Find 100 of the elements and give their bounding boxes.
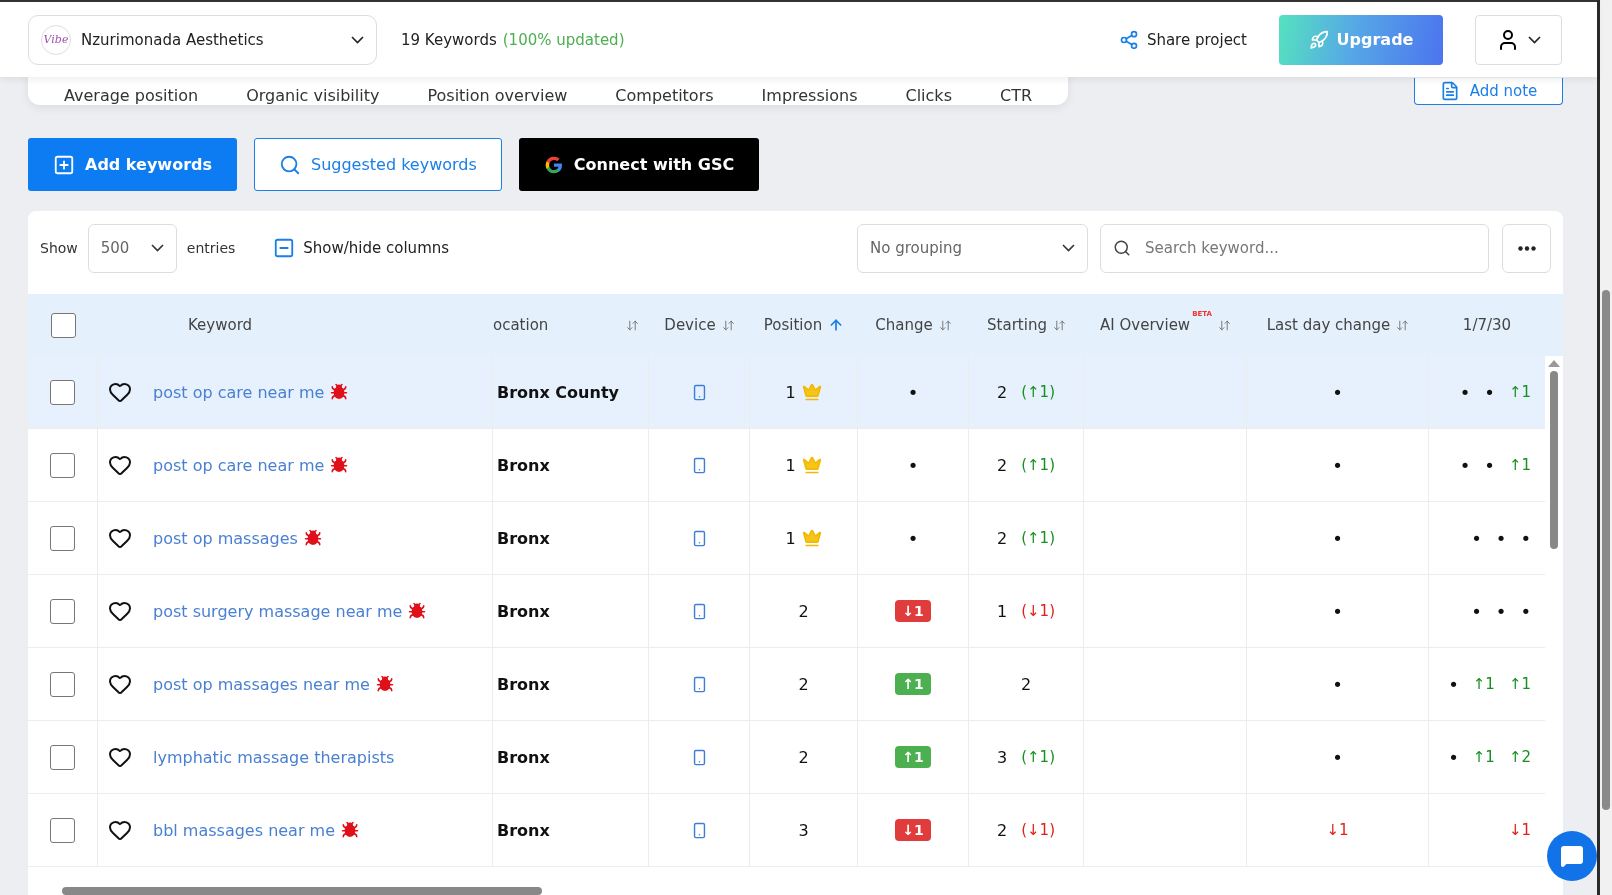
entries-select[interactable]: 500 bbox=[87, 223, 177, 273]
heart-icon[interactable] bbox=[108, 380, 132, 404]
position-cell: 2 bbox=[798, 747, 809, 767]
google-icon bbox=[543, 154, 564, 175]
tab[interactable]: Position overview bbox=[403, 86, 592, 105]
project-select[interactable]: Vibe Nzurimonada Aesthetics bbox=[28, 14, 377, 65]
show-hide-columns-button[interactable]: Show/hide columns bbox=[273, 237, 450, 259]
tab[interactable]: Competitors bbox=[591, 86, 738, 105]
add-note-button[interactable]: Add note bbox=[1414, 78, 1563, 105]
share-project-link[interactable]: Share project bbox=[1146, 30, 1247, 49]
row-checkbox[interactable] bbox=[50, 452, 75, 478]
sort-icon[interactable] bbox=[1217, 318, 1231, 332]
last-day-change: • bbox=[1332, 381, 1343, 403]
table-row[interactable]: bbl massages near me Bronx 3 ↓1 2 (↓1) ↓1 ↓1 bbox=[28, 794, 1545, 867]
column-header: AI Overview bbox=[1100, 316, 1191, 334]
table-row[interactable]: post op massages Bronx 1 • 2 (↑1) • • • • bbox=[28, 502, 1545, 575]
table-row[interactable]: post op massages near me Bronx 2 ↑1 2 • • ↑1 ↑1 bbox=[28, 648, 1545, 721]
add-keywords-button[interactable]: Add keywords bbox=[28, 138, 237, 191]
starting-cell: 2 bbox=[1020, 674, 1032, 694]
suggested-keywords-button[interactable]: Suggested keywords bbox=[254, 138, 502, 191]
last-day-change: • bbox=[1332, 600, 1343, 622]
more-icon bbox=[1517, 245, 1536, 251]
tab[interactable]: Impressions bbox=[737, 86, 882, 105]
search-icon bbox=[279, 153, 301, 176]
row-checkbox[interactable] bbox=[50, 525, 75, 551]
sort-icon[interactable] bbox=[1052, 318, 1066, 332]
heart-icon[interactable] bbox=[108, 818, 132, 842]
keyword-link[interactable]: bbl massages near me bbox=[153, 820, 335, 840]
row-checkbox[interactable] bbox=[50, 598, 75, 624]
location-cell: Bronx bbox=[497, 820, 550, 840]
add-icon bbox=[53, 153, 75, 176]
location-cell: Bronx bbox=[497, 528, 550, 548]
sort-icon[interactable] bbox=[626, 318, 639, 332]
position-cell: 2 bbox=[798, 674, 809, 694]
chevron-down-icon bbox=[1062, 244, 1075, 252]
tab[interactable]: Average position bbox=[40, 86, 223, 105]
location-cell: Bronx bbox=[497, 674, 550, 694]
location-cell: Bronx bbox=[497, 455, 550, 475]
connect-button[interactable]: Connect with GSC bbox=[518, 138, 760, 191]
last-day-change: • bbox=[1332, 746, 1343, 768]
more-button[interactable] bbox=[1502, 223, 1551, 273]
starting-delta: (↑1) bbox=[1021, 748, 1055, 766]
heart-icon[interactable] bbox=[108, 453, 132, 477]
search-icon bbox=[1113, 238, 1131, 257]
keyword-link[interactable]: post op massages near me bbox=[153, 674, 370, 694]
trend-value: • bbox=[1520, 527, 1531, 549]
heart-icon[interactable] bbox=[108, 745, 132, 769]
trend-value: ↓1 bbox=[1508, 821, 1531, 839]
last-day-change: ↓1 bbox=[1326, 821, 1349, 839]
keyword-link[interactable]: lymphatic massage therapists bbox=[153, 747, 395, 767]
column-header: 1/7/30 bbox=[1462, 316, 1512, 334]
chevron-down-icon bbox=[150, 244, 164, 252]
row-checkbox[interactable] bbox=[50, 817, 75, 843]
chat-button[interactable] bbox=[1547, 831, 1597, 881]
table-row[interactable]: post op care near me Bronx County 1 • 2 (↑1) • • • ↑1 bbox=[28, 356, 1545, 429]
row-checkbox[interactable] bbox=[50, 671, 75, 697]
change-badge: ↑1 bbox=[895, 673, 931, 695]
keyword-link[interactable]: post op care near me bbox=[153, 382, 325, 402]
keyword-link[interactable]: post op care near me bbox=[153, 455, 325, 475]
starting-cell: 2 bbox=[997, 528, 1008, 548]
change-badge: ↓1 bbox=[895, 819, 931, 841]
user-menu-button[interactable] bbox=[1475, 14, 1562, 65]
position-cell: 1 bbox=[785, 528, 796, 548]
trend-value: • bbox=[1448, 673, 1459, 695]
starting-cell: 2 bbox=[997, 820, 1008, 840]
row-checkbox[interactable] bbox=[50, 379, 75, 405]
tab[interactable]: Organic visibility bbox=[222, 86, 404, 105]
keyword-link[interactable]: post op massages bbox=[153, 528, 298, 548]
share-icon[interactable] bbox=[1118, 29, 1139, 50]
keyword-link[interactable]: post surgery massage near me bbox=[153, 601, 403, 621]
sort-icon[interactable] bbox=[1396, 318, 1410, 332]
sort-icon[interactable] bbox=[938, 318, 952, 332]
change-dot: • bbox=[907, 527, 919, 549]
trend-value: ↑1 bbox=[1472, 748, 1495, 766]
page-scrollbar[interactable] bbox=[1602, 290, 1610, 810]
tab[interactable]: Clicks bbox=[881, 86, 976, 105]
search-field[interactable]: Search keyword... bbox=[1100, 223, 1489, 273]
position-cell: 2 bbox=[798, 601, 809, 621]
starting-cell: 3 bbox=[997, 747, 1008, 767]
table-row[interactable]: lymphatic massage therapists Bronx 2 ↑1 3 (↑1) • • ↑1 ↑2 bbox=[28, 721, 1545, 794]
heart-icon[interactable] bbox=[108, 599, 132, 623]
column-header: Change bbox=[875, 316, 933, 334]
table-row[interactable]: post surgery massage near me Bronx 2 ↓1 1 (↓1) • • • • bbox=[28, 575, 1545, 648]
trend-value: • bbox=[1471, 527, 1482, 549]
row-checkbox[interactable] bbox=[50, 744, 75, 770]
table-row[interactable]: post op care near me Bronx 1 • 2 (↑1) • • • ↑1 bbox=[28, 429, 1545, 502]
horizontal-scrollbar[interactable] bbox=[62, 887, 542, 895]
starting-delta: (↑1) bbox=[1021, 383, 1055, 401]
heart-icon[interactable] bbox=[108, 672, 132, 696]
minus-icon bbox=[273, 237, 296, 259]
heart-icon[interactable] bbox=[108, 526, 132, 550]
select-all-checkbox[interactable] bbox=[50, 312, 76, 338]
sort-icon[interactable] bbox=[721, 318, 735, 332]
position-cell: 3 bbox=[798, 820, 809, 840]
tab[interactable]: CTR bbox=[975, 86, 1057, 105]
trend-value: ↑1 bbox=[1508, 383, 1531, 401]
column-header: Keyword bbox=[188, 316, 253, 334]
grouping-select[interactable]: No grouping bbox=[857, 223, 1088, 273]
trend-value: • bbox=[1484, 454, 1495, 476]
change-dot: • bbox=[907, 381, 919, 403]
